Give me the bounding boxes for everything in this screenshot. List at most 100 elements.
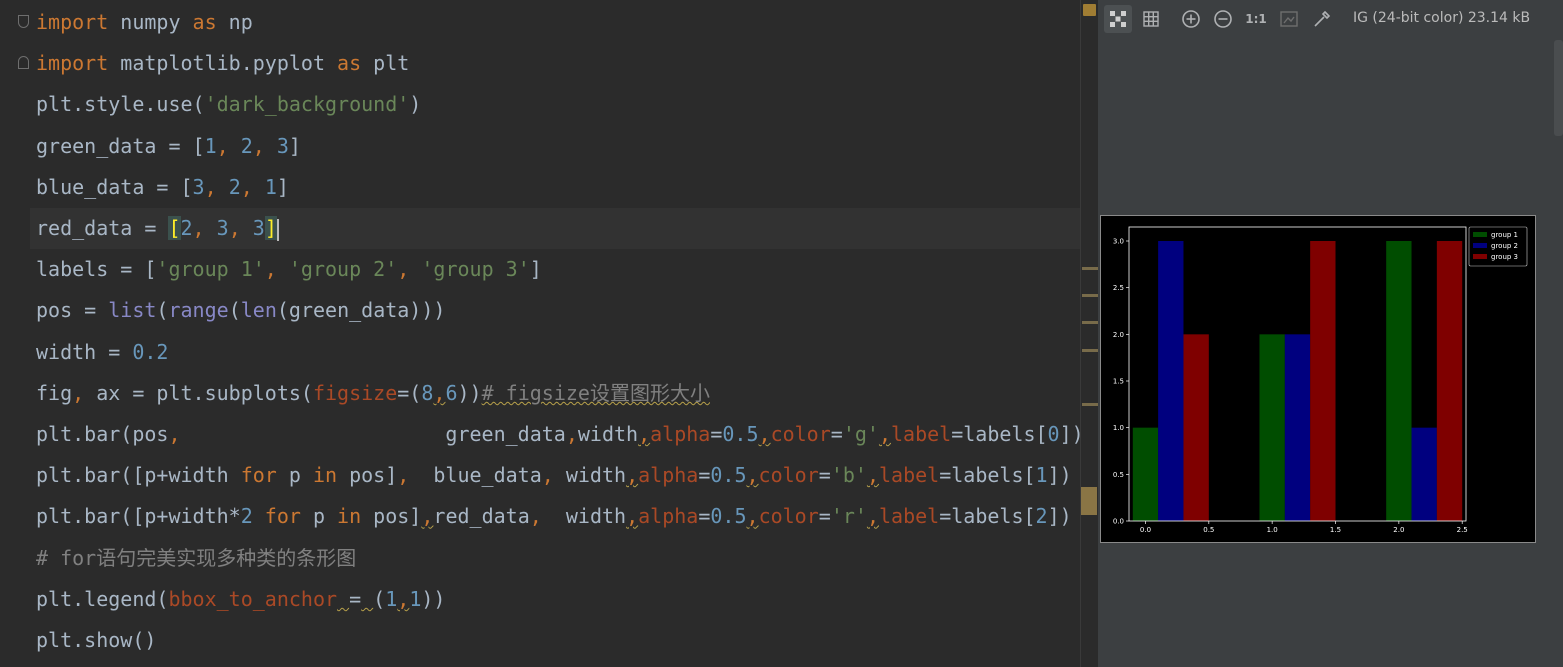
code-line[interactable]: fig, ax = plt.subplots(figsize=(8,6))# f… bbox=[36, 373, 1080, 414]
code-token: , bbox=[433, 380, 446, 405]
code-token: = bbox=[818, 463, 831, 488]
code-line[interactable]: plt.bar(pos, green_data,width,alpha=0.5,… bbox=[36, 414, 1080, 455]
fit-image-icon[interactable] bbox=[1275, 5, 1303, 33]
code-token: , bbox=[216, 133, 241, 158]
code-line[interactable]: import matplotlib.pyplot as plt bbox=[36, 43, 1080, 84]
x-tick-label: 2.0 bbox=[1393, 526, 1404, 534]
code-token: 1 bbox=[264, 174, 277, 199]
code-token: ax = plt.subplots( bbox=[96, 380, 313, 405]
x-tick-label: 1.5 bbox=[1330, 526, 1341, 534]
code-token: , bbox=[541, 463, 554, 488]
code-token: 1 bbox=[409, 586, 422, 611]
warning-stripe[interactable] bbox=[1082, 349, 1098, 352]
x-tick-label: 2.5 bbox=[1457, 526, 1468, 534]
warning-stripe[interactable] bbox=[1082, 294, 1098, 297]
code-token: for bbox=[264, 504, 301, 529]
code-token: label bbox=[891, 422, 952, 446]
code-token: , bbox=[72, 380, 97, 405]
color-picker-icon[interactable] bbox=[1308, 5, 1336, 33]
code-token: =labels[ bbox=[939, 504, 1036, 529]
x-tick-label: 1.0 bbox=[1267, 526, 1278, 534]
fold-marker-icon[interactable] bbox=[18, 56, 29, 69]
code-token: =( bbox=[397, 380, 422, 405]
actual-size-icon[interactable]: 1:1 bbox=[1242, 5, 1270, 33]
code-token: list bbox=[108, 298, 157, 323]
code-token: numpy bbox=[108, 10, 193, 34]
editor-scrollbar[interactable] bbox=[1080, 0, 1098, 667]
code-token: # for语句完美实现多种类的条形图 bbox=[36, 545, 357, 570]
code-token: , bbox=[264, 257, 289, 282]
code-line[interactable]: blue_data = [3, 2, 1] bbox=[36, 167, 1080, 208]
code-line[interactable]: # for语句完美实现多种类的条形图 bbox=[36, 538, 1080, 579]
y-tick-label: 0.0 bbox=[1113, 518, 1124, 526]
code-line[interactable]: plt.style.use('dark_background') bbox=[36, 84, 1080, 125]
code-token: 'g' bbox=[842, 422, 879, 446]
warning-stripe[interactable] bbox=[1082, 403, 1098, 406]
code-token: , bbox=[866, 463, 879, 488]
y-tick-label: 1.0 bbox=[1113, 424, 1124, 432]
code-line[interactable]: width = 0.2 bbox=[36, 332, 1080, 373]
code-token: , bbox=[204, 174, 229, 199]
code-line[interactable]: plt.show() bbox=[36, 620, 1080, 661]
code-token: np bbox=[216, 10, 253, 34]
code-token: , bbox=[529, 504, 542, 529]
code-token: , bbox=[626, 463, 639, 488]
code-line[interactable]: green_data = [1, 2, 3] bbox=[36, 126, 1080, 167]
code-token: color bbox=[758, 504, 819, 529]
code-token: ( bbox=[373, 586, 386, 611]
code-token: =labels[ bbox=[951, 422, 1048, 446]
code-token: as bbox=[337, 51, 362, 76]
code-token: # figsize设置图形大小 bbox=[481, 380, 710, 405]
code-token: alpha bbox=[638, 504, 699, 529]
code-token: )) bbox=[457, 380, 482, 405]
code-line[interactable]: labels = ['group 1', 'group 2', 'group 3… bbox=[36, 249, 1080, 290]
bar-2-1 bbox=[1158, 241, 1184, 521]
bar-1-2 bbox=[1259, 334, 1285, 521]
error-stripe-marker[interactable] bbox=[1083, 4, 1096, 16]
zoom-out-icon[interactable] bbox=[1209, 5, 1237, 33]
code-token: , bbox=[397, 463, 410, 488]
grid-icon[interactable] bbox=[1137, 5, 1165, 33]
code-token: green_data bbox=[180, 422, 566, 446]
code-line[interactable]: plt.bar([p+width for p in pos], blue_dat… bbox=[36, 455, 1080, 496]
code-token: = bbox=[830, 422, 843, 446]
code-token: red_data bbox=[433, 504, 530, 529]
viewer-scrollbar[interactable] bbox=[1554, 40, 1563, 136]
bar-3-3 bbox=[1436, 241, 1463, 521]
code-token: , bbox=[746, 504, 759, 529]
code-line[interactable]: red_data = [2, 3, 3] bbox=[30, 208, 1080, 249]
code-token: blue_data bbox=[409, 463, 542, 488]
code-token: import bbox=[36, 10, 109, 34]
code-token: (green_data))) bbox=[276, 298, 446, 323]
code-line[interactable]: plt.legend(bbox_to_anchor = (1,1)) bbox=[36, 579, 1080, 620]
code-editor[interactable]: import numpy as np import matplotlib.pypl… bbox=[0, 0, 1080, 667]
code-token: p bbox=[300, 504, 338, 529]
checkerboard-icon[interactable] bbox=[1104, 5, 1132, 33]
legend-swatch bbox=[1473, 232, 1487, 237]
code-line[interactable]: pos = list(range(len(green_data))) bbox=[36, 290, 1080, 331]
y-tick-label: 3.0 bbox=[1113, 238, 1124, 246]
fold-marker-icon[interactable] bbox=[18, 15, 29, 28]
code-token: = bbox=[349, 586, 362, 611]
code-token: = bbox=[698, 463, 711, 488]
code-token: , bbox=[240, 174, 265, 199]
legend-swatch bbox=[1473, 254, 1487, 259]
code-token: plt.bar([p+width* bbox=[36, 504, 241, 529]
scrollbar-thumb[interactable] bbox=[1081, 487, 1097, 515]
code-token: ] bbox=[288, 133, 301, 158]
code-token: , bbox=[638, 422, 651, 446]
zoom-in-icon[interactable] bbox=[1177, 5, 1205, 33]
code-token: color bbox=[770, 422, 831, 446]
code-token: [ bbox=[168, 216, 181, 240]
warning-stripe[interactable] bbox=[1082, 321, 1098, 324]
code-token: blue_data = [ bbox=[36, 174, 193, 199]
code-token: matplotlib.pyplot bbox=[108, 51, 338, 76]
warning-stripe[interactable] bbox=[1082, 267, 1098, 270]
code-token: 1 bbox=[204, 133, 217, 158]
code-token: plt.legend( bbox=[36, 586, 169, 611]
code-token: ( bbox=[156, 298, 169, 323]
code-line[interactable]: import numpy as np bbox=[36, 2, 1080, 43]
code-token: plt.bar(pos bbox=[36, 422, 169, 446]
code-line[interactable]: plt.bar([p+width*2 for p in pos],red_dat… bbox=[36, 496, 1080, 537]
code-token: , bbox=[397, 586, 410, 611]
